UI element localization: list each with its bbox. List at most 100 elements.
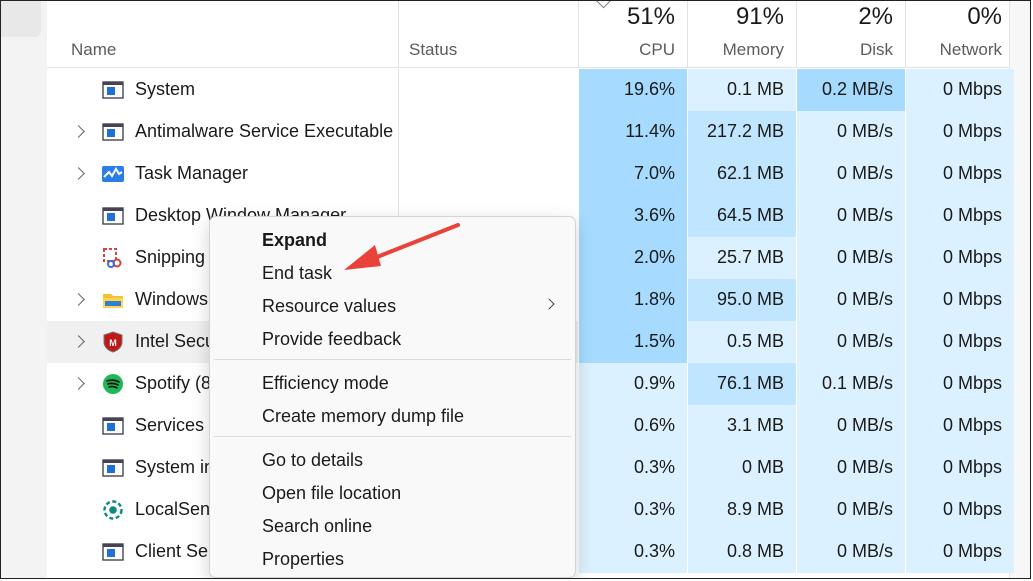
menu-item-efficiency-mode[interactable]: Efficiency mode [262,373,389,394]
disk-cell: 0 MB/s [796,237,905,279]
process-row[interactable]: Antimalware Service Executable 11.4% 217.2… [47,111,1014,153]
network-value: 0 Mbps [942,499,1002,519]
disk-value: 0 MB/s [836,163,893,183]
submenu-chevron-icon [543,298,555,310]
process-row[interactable]: System 19.6% 0.1 MB 0.2 MB/s 0 Mbps [47,69,1014,111]
disk-value: 0 MB/s [836,499,893,519]
memory-cell: 25.7 MB [687,237,796,279]
expand-chevron-icon[interactable] [72,377,85,390]
disk-cell: 0 MB/s [796,153,905,195]
process-name: Windows [135,289,209,309]
network-cell: 0 Mbps [905,447,1014,489]
menu-item-go-to-details[interactable]: Go to details [262,450,363,471]
disk-value: 0 MB/s [836,541,893,561]
navigation-strip [1,1,47,578]
menu-item-end-task[interactable]: End task [262,263,332,284]
disk-cell: 0 MB/s [796,111,905,153]
cpu-cell: 3.6% [578,195,687,237]
disk-value: 0 MB/s [836,331,893,351]
menu-item-properties[interactable]: Properties [262,549,344,570]
memory-total-percent: 91% [735,3,784,30]
column-header-disk[interactable]: 2% Disk [796,1,905,67]
menu-item-search-online[interactable]: Search online [262,516,372,537]
network-value: 0 Mbps [942,289,1002,309]
memory-cell: 0 MB [687,447,796,489]
memory-value: 95.0 MB [716,289,784,309]
system-window-icon [102,79,124,101]
cpu-cell: 1.5% [578,321,687,363]
memory-value: 0 MB [741,457,784,477]
cpu-cell: 0.6% [578,405,687,447]
nav-tab[interactable] [1,1,41,37]
memory-value: 64.5 MB [716,205,784,225]
process-row[interactable]: Task Manager 7.0% 62.1 MB 0 MB/s 0 Mbps [47,153,1014,195]
network-value: 0 Mbps [942,163,1002,183]
task-manager-window: Name Status 51% CPU 91% Memory 2% Disk 0… [0,0,1031,579]
process-name: Snipping [135,247,206,267]
snipping-tool-icon [102,247,124,269]
column-header-network[interactable]: 0% Network [905,1,1014,67]
column-header-network-label: Network [939,40,1002,59]
menu-item-create-memory-dump[interactable]: Create memory dump file [262,406,464,427]
menu-item-provide-feedback[interactable]: Provide feedback [262,329,401,350]
expand-chevron-icon[interactable] [72,167,85,180]
network-value: 0 Mbps [942,373,1002,393]
memory-value: 217.2 MB [706,121,784,141]
cpu-cell: 0.3% [578,531,687,573]
cpu-value: 0.9% [633,373,675,393]
memory-value: 0.1 MB [726,79,784,99]
memory-cell: 95.0 MB [687,279,796,321]
column-header-cpu[interactable]: 51% CPU [578,1,687,67]
menu-item-resource-values[interactable]: Resource values [262,296,396,317]
process-name: Task Manager [135,163,249,183]
cpu-total-percent: 51% [626,3,675,30]
column-header-memory[interactable]: 91% Memory [687,1,796,67]
column-header-disk-label: Disk [859,40,893,59]
process-name: Antimalware Service Executable [135,121,394,141]
network-cell: 0 Mbps [905,279,1014,321]
memory-cell: 0.8 MB [687,531,796,573]
disk-value: 0.1 MB/s [821,373,893,393]
memory-cell: 8.9 MB [687,489,796,531]
cpu-cell: 19.6% [578,69,687,111]
disk-cell: 0.2 MB/s [796,69,905,111]
network-cell: 0 Mbps [905,489,1014,531]
cpu-cell: 0.3% [578,489,687,531]
task-manager-icon [102,163,124,185]
disk-value: 0 MB/s [836,121,893,141]
memory-value: 8.9 MB [726,499,784,519]
expand-chevron-icon[interactable] [72,293,85,306]
menu-divider [214,359,571,360]
column-header-status[interactable]: Status [398,1,578,67]
menu-item-expand[interactable]: Expand [262,230,327,251]
sort-descending-icon [595,1,612,9]
column-header-name[interactable]: Name [47,1,398,67]
mcafee-shield-icon: M [102,331,124,353]
network-cell: 0 Mbps [905,531,1014,573]
expand-chevron-icon[interactable] [72,125,85,138]
process-name: Intel Secu [135,331,216,351]
cpu-value: 0.6% [633,415,675,435]
network-value: 0 Mbps [942,331,1002,351]
memory-cell: 0.5 MB [687,321,796,363]
memory-cell: 76.1 MB [687,363,796,405]
memory-cell: 217.2 MB [687,111,796,153]
process-status-cell [398,153,579,195]
disk-cell: 0 MB/s [796,195,905,237]
network-value: 0 Mbps [942,457,1002,477]
expand-chevron-icon[interactable] [72,335,85,348]
memory-cell: 62.1 MB [687,153,796,195]
disk-value: 0.2 MB/s [821,79,893,99]
network-cell: 0 Mbps [905,363,1014,405]
process-status-cell [398,111,579,153]
column-header-row: Name Status 51% CPU 91% Memory 2% Disk 0… [47,1,1030,68]
memory-value: 0.8 MB [726,541,784,561]
menu-item-open-file-location[interactable]: Open file location [262,483,401,504]
cpu-cell: 11.4% [578,111,687,153]
cpu-value: 0.3% [633,457,675,477]
disk-cell: 0 MB/s [796,489,905,531]
cpu-value: 11.4% [625,121,675,141]
localsend-icon [102,499,124,521]
memory-cell: 0.1 MB [687,69,796,111]
disk-value: 0 MB/s [836,289,893,309]
